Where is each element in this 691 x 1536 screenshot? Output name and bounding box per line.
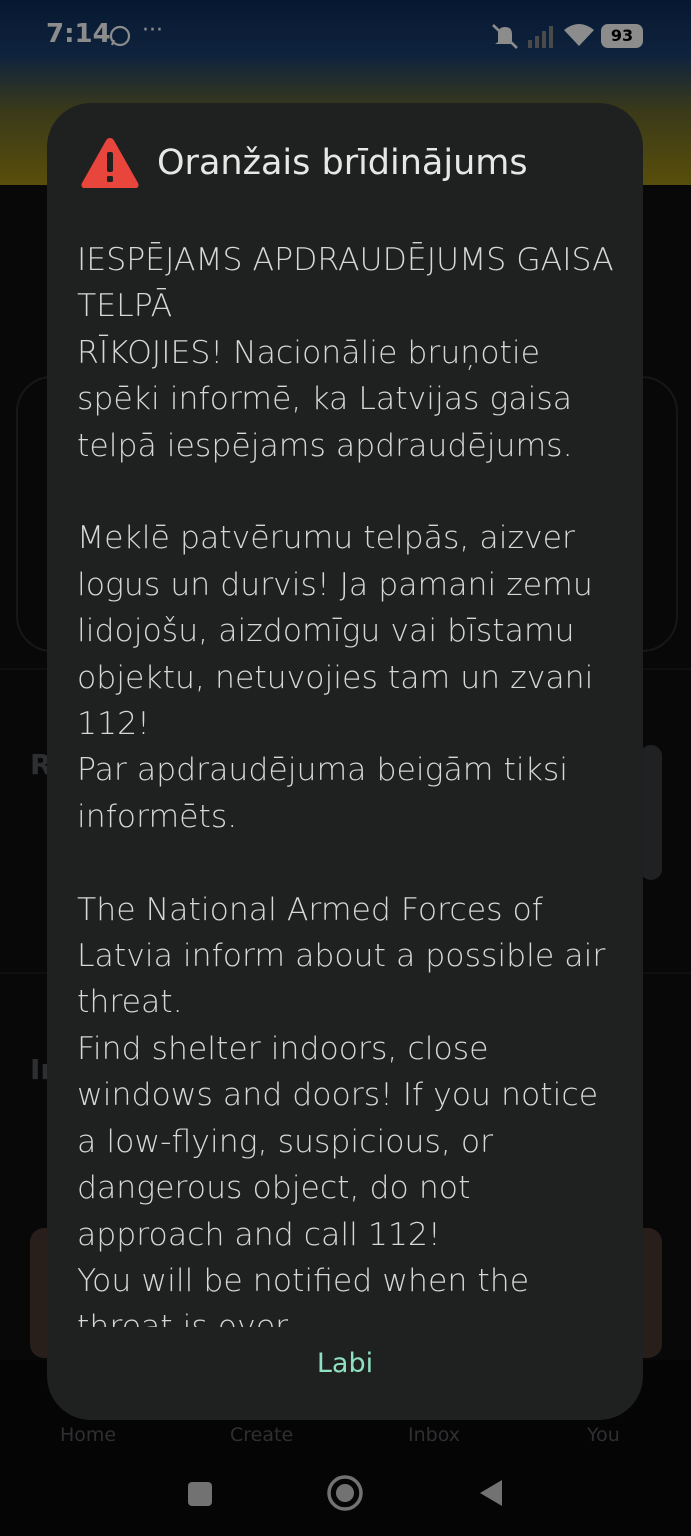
warning-triangle-icon xyxy=(81,138,139,188)
alert-paragraph: RĪKOJIES! Nacionālie bruņotie spēki info… xyxy=(77,334,583,464)
ok-button[interactable]: Labi xyxy=(47,1348,643,1379)
dialog-message[interactable]: IESPĒJAMS APDRAUDĒJUMS GAISA TELPĀ RĪKOJ… xyxy=(77,237,622,1327)
dialog-title: Oranžais brīdinājums xyxy=(157,143,528,183)
alert-paragraph: Find shelter indoors, close windows and … xyxy=(77,1030,609,1253)
dialog-header: Oranžais brīdinājums xyxy=(79,133,528,193)
emergency-alert-dialog: Oranžais brīdinājums IESPĒJAMS APDRAUDĒJ… xyxy=(47,103,643,1420)
alert-paragraph: You will be notified when the threat is … xyxy=(77,1262,530,1327)
alert-paragraph: Meklē patvērumu telpās, aizver logus un … xyxy=(77,520,604,743)
alert-heading: IESPĒJAMS APDRAUDĒJUMS GAISA TELPĀ xyxy=(77,242,614,325)
alert-paragraph: The National Armed Forces of Latvia info… xyxy=(77,891,616,1021)
alert-paragraph: Par apdraudējuma beigām tiksi informēts. xyxy=(77,752,579,835)
